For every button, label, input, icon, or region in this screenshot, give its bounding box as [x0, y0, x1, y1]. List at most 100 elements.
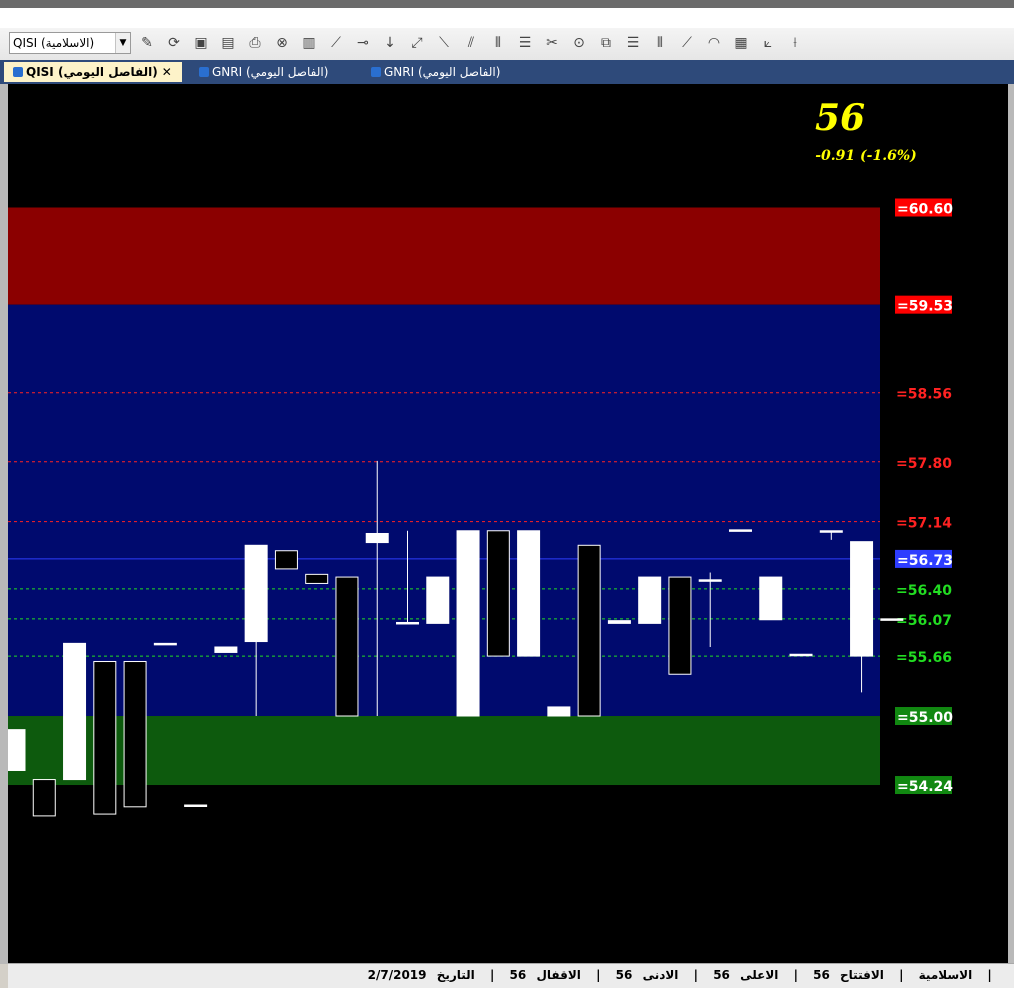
status-separator: |	[596, 968, 601, 982]
level-label-9: =55.00	[897, 710, 953, 726]
channel-icon[interactable]: ⟊	[786, 34, 804, 52]
fibonacci-fan-icon[interactable]: ⟋	[678, 34, 696, 52]
price-change: -0.91 (-1.6%)	[815, 148, 917, 164]
status-separator: |	[489, 968, 495, 982]
horizontal-lines-icon[interactable]: ☰	[624, 34, 642, 52]
chart-tab-icon	[199, 67, 209, 77]
candle-body-22	[668, 576, 692, 675]
eraser-icon[interactable]: ✂	[543, 34, 561, 52]
diagonal-lines-icon[interactable]: ⫽	[462, 34, 480, 52]
bars-icon[interactable]: ⦀	[651, 34, 669, 52]
level-label-6: =56.40	[896, 583, 952, 599]
close-icon[interactable]: ✕	[162, 65, 172, 79]
tab-qisi-daily[interactable]: QISI (الفاصل اليومي) ✕	[4, 62, 182, 82]
candle-body-18	[547, 706, 571, 717]
candle-body-12	[365, 532, 389, 544]
status-separator: |	[987, 968, 992, 982]
vertical-arrow-icon[interactable]: ↓	[381, 34, 399, 52]
candle-body-2	[63, 642, 87, 781]
circle-icon[interactable]: ⊙	[570, 34, 588, 52]
candle-body-24	[728, 529, 752, 532]
candle-body-25	[759, 576, 783, 621]
triple-vertical-icon[interactable]: ⦀	[489, 34, 507, 52]
level-label-1: =59.53	[897, 299, 953, 315]
window-menu-strip	[0, 8, 1014, 29]
arc-icon[interactable]: ◠	[705, 34, 723, 52]
horizontal-bands-icon[interactable]: ☰	[516, 34, 534, 52]
candle-body-19	[577, 544, 601, 717]
status-date-value: 2/7/2019	[367, 968, 427, 982]
print-icon[interactable]: ⎙	[246, 34, 264, 52]
status-close-label: الاقفال	[536, 968, 581, 982]
level-label-3: =57.80	[896, 456, 952, 472]
candle-body-28	[850, 541, 874, 657]
candle-body-15	[456, 530, 480, 717]
status-low-value: 56	[615, 968, 633, 982]
copy-icon[interactable]: ⧉	[597, 34, 615, 52]
grid-icon[interactable]: ▦	[732, 34, 750, 52]
candle-body-6	[184, 804, 208, 807]
refresh-icon[interactable]: ⟳	[165, 34, 183, 52]
level-label-10: =54.24	[897, 779, 953, 795]
parallel-lines-icon[interactable]: ⟍	[435, 34, 453, 52]
candle-body-7	[214, 646, 238, 653]
last-price: 56	[815, 97, 865, 139]
add-chart-icon[interactable]: ▣	[192, 34, 210, 52]
level-label-2: =58.56	[896, 387, 952, 403]
candle-body-17	[517, 530, 541, 657]
status-symbol: الاسلامية	[918, 968, 973, 982]
stop-icon[interactable]: ⊗	[273, 34, 291, 52]
candle-body-0	[8, 729, 26, 771]
level-label-0: =60.60	[897, 201, 953, 217]
candle-body-21	[638, 576, 662, 624]
candlestick-chart[interactable]: =60.60 =59.53 =58.56 =57.80 =57.14 =56.73 =56.…	[8, 84, 1008, 963]
status-open-value: 56	[813, 968, 830, 982]
candle-body-23	[698, 579, 722, 582]
indicator-icon[interactable]: ▥	[300, 34, 318, 52]
status-date-label: التاريخ	[436, 968, 475, 982]
angle-icon[interactable]: ⟀	[759, 34, 777, 52]
candle-body-10	[305, 573, 329, 584]
status-open-label: الافتتاح	[840, 968, 884, 982]
level-label-8: =55.66	[896, 650, 952, 666]
tab-label: GNRI (الفاصل اليومي)	[384, 65, 501, 79]
candle-body-16	[486, 530, 510, 657]
level-label-5: =56.73	[897, 553, 953, 569]
candle-body-14	[426, 576, 450, 624]
chart-settings-icon[interactable]: ▤	[219, 34, 237, 52]
zone-band-1	[8, 304, 880, 717]
chevron-down-icon[interactable]: ▼	[115, 33, 130, 53]
status-close-value: 56	[509, 968, 527, 982]
chart-tab-icon	[13, 67, 23, 77]
right-scroll-edge	[1008, 84, 1014, 964]
status-separator: |	[793, 968, 798, 982]
tab-gnri-daily-1[interactable]: GNRI (الفاصل اليومي)	[190, 62, 334, 82]
candle-body-11	[335, 576, 359, 717]
candle-body-8	[244, 544, 268, 643]
chart-tab-icon	[371, 67, 381, 77]
status-low-label: الادنى	[642, 968, 679, 982]
candle-body-20	[607, 620, 631, 624]
status-bar: | الاسلامية | الافتتاح 56 | الاعلى 56 | …	[8, 963, 1014, 988]
tab-gnri-daily-2[interactable]: GNRI (الفاصل اليومي)	[362, 62, 506, 82]
candle-body-26	[789, 653, 813, 657]
level-label-7: =56.07	[896, 613, 952, 629]
tab-label: GNRI (الفاصل اليومي)	[212, 65, 329, 79]
symbol-select-value: QISI (الاسلامية)	[13, 36, 95, 50]
candle-body-5	[153, 642, 177, 646]
status-high-label: الاعلى	[740, 968, 779, 982]
symbol-select[interactable]: QISI (الاسلامية) ▼	[9, 32, 131, 54]
candle-body-9	[274, 550, 298, 570]
wand-icon[interactable]: ✎	[138, 34, 156, 52]
candle-body-13	[396, 621, 420, 625]
left-scroll-edge	[0, 84, 8, 964]
zone-band-0	[8, 207, 880, 305]
horizontal-line-icon[interactable]: ⊸	[354, 34, 372, 52]
candle-body-1	[32, 779, 56, 817]
tab-label: QISI (الفاصل اليومي)	[26, 65, 158, 79]
candle-body-27	[819, 530, 843, 533]
candle-body-4	[123, 661, 147, 808]
ray-icon[interactable]: ⤢	[408, 34, 426, 52]
window-top-strip	[0, 0, 1014, 8]
trend-line-icon[interactable]: ⟋	[327, 34, 345, 52]
